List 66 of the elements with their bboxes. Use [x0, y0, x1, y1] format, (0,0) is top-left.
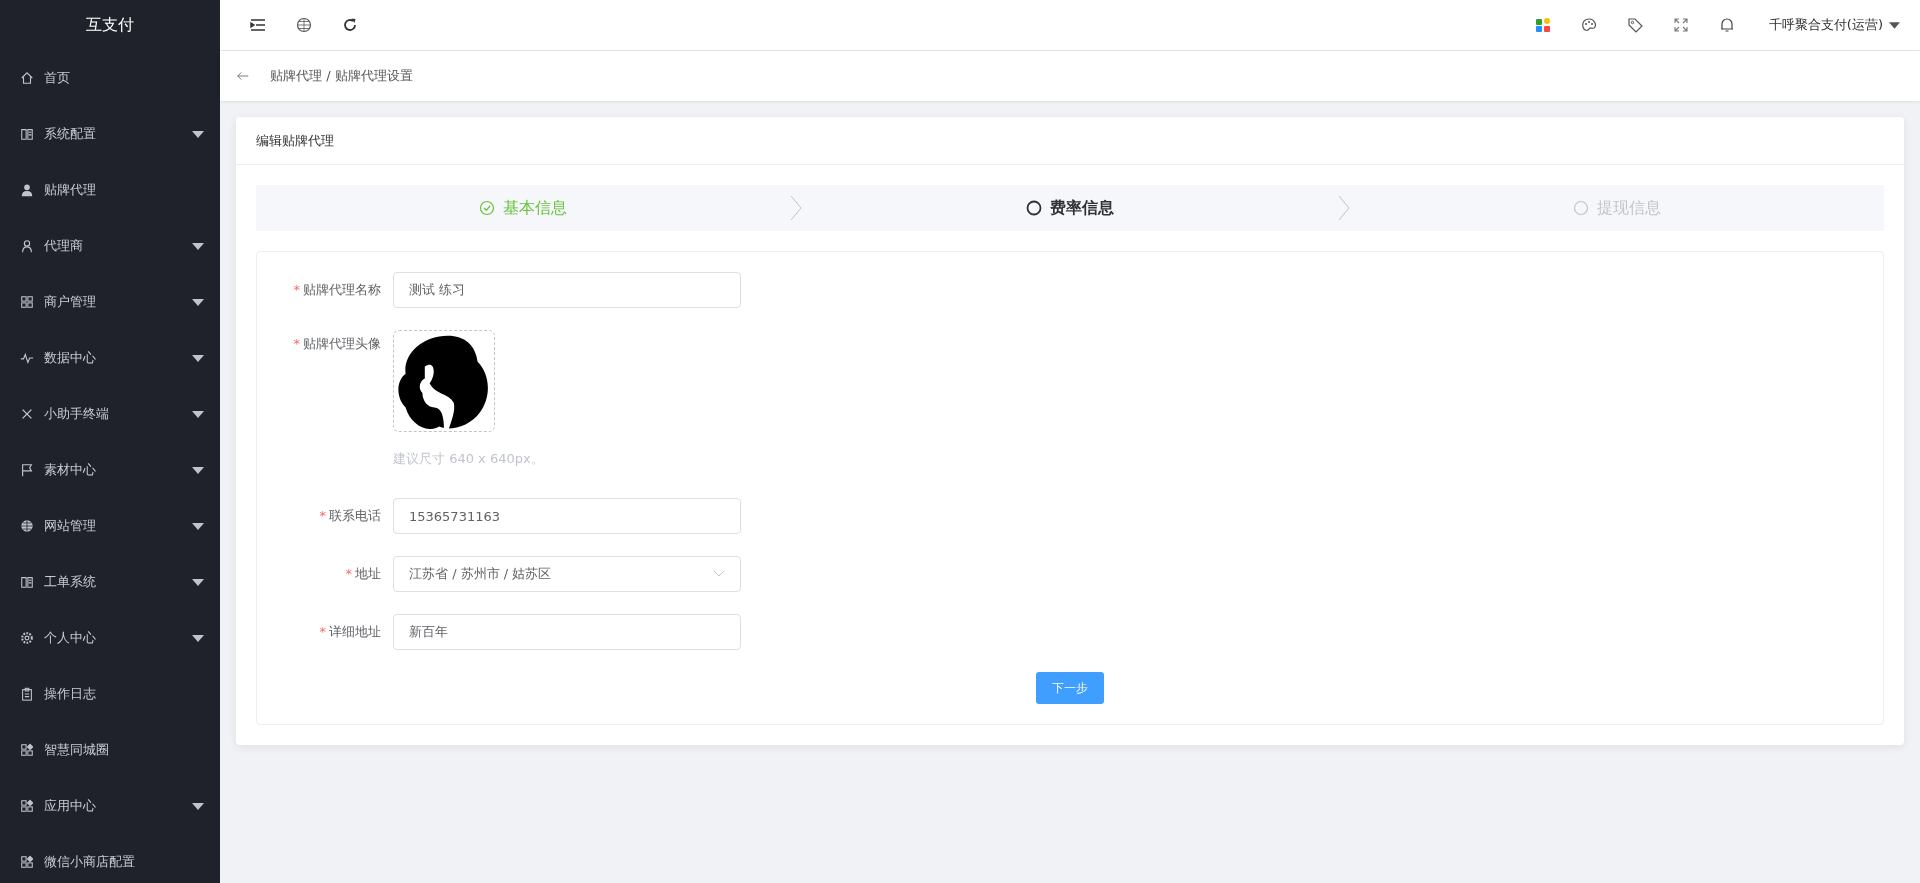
- chevron-icon: [1336, 194, 1351, 222]
- globe-icon[interactable]: [296, 17, 312, 33]
- input-field[interactable]: 测试 练习: [393, 272, 741, 308]
- circle-icon: [1573, 200, 1590, 216]
- chevron-down-icon: [713, 570, 725, 578]
- size-hint: 建议尺寸 640 x 640px。: [393, 450, 544, 468]
- sidebar-item[interactable]: 操作日志: [0, 666, 220, 722]
- sidebar-item[interactable]: 智慧同城圈: [0, 722, 220, 778]
- gear-icon: [20, 631, 34, 645]
- grid-icon: [20, 799, 34, 813]
- input-field[interactable]: 15365731163: [393, 498, 741, 534]
- sidebar-item[interactable]: 系统配置: [0, 106, 220, 162]
- globe-icon: [20, 519, 34, 533]
- sidebar-item[interactable]: 代理商: [0, 218, 220, 274]
- sidebar-item[interactable]: 网站管理: [0, 498, 220, 554]
- sidebar-item[interactable]: 个人中心: [0, 610, 220, 666]
- user-icon: [20, 183, 34, 197]
- grid-icon: [20, 743, 34, 757]
- sidebar-item[interactable]: 商户管理: [0, 274, 220, 330]
- required-asterisk: *: [319, 623, 326, 641]
- sidebar-item[interactable]: 贴牌代理: [0, 162, 220, 218]
- input-field[interactable]: 新百年: [393, 614, 741, 650]
- user-menu[interactable]: 千呼聚合支付(运营): [1768, 16, 1900, 34]
- sidebar-item[interactable]: 微信小商店配置: [0, 834, 220, 883]
- flag-icon: [20, 463, 34, 477]
- book-icon: [20, 127, 34, 141]
- sidebar-item[interactable]: 小助手终端: [0, 386, 220, 442]
- bell-icon[interactable]: [1718, 17, 1735, 33]
- sidebar-item[interactable]: 应用中心: [0, 778, 220, 834]
- required-asterisk: *: [345, 565, 352, 583]
- check-circle-icon: [478, 200, 495, 216]
- grid-icon: [20, 295, 34, 309]
- field-label: 详细地址: [329, 623, 381, 641]
- sidebar-item[interactable]: 素材中心: [0, 442, 220, 498]
- apps-icon[interactable]: [1534, 17, 1551, 33]
- back-arrow-icon[interactable]: [236, 69, 250, 83]
- circle-icon: [1026, 200, 1042, 216]
- chevron-icon: [789, 194, 804, 222]
- refresh-icon[interactable]: [342, 17, 358, 33]
- step: 费率信息: [803, 197, 1337, 219]
- step: 基本信息: [256, 197, 790, 219]
- required-asterisk: *: [293, 335, 300, 353]
- sidebar-item[interactable]: 工单系统: [0, 554, 220, 610]
- home-icon: [20, 71, 34, 85]
- card-title: 编辑贴牌代理: [236, 117, 1904, 165]
- breadcrumb: 贴牌代理 / 贴牌代理设置: [270, 67, 413, 85]
- sidebar-item[interactable]: 数据中心: [0, 330, 220, 386]
- sidebar-item[interactable]: 首页: [0, 50, 220, 106]
- user-icon: [20, 239, 34, 253]
- required-asterisk: *: [319, 507, 326, 525]
- field-label: 地址: [355, 565, 381, 583]
- clipboard-icon: [20, 687, 34, 701]
- field-label: 贴牌代理头像: [303, 335, 381, 353]
- grid-icon: [20, 855, 34, 869]
- select-field[interactable]: 江苏省 / 苏州市 / 姑苏区: [393, 556, 741, 592]
- field-label: 联系电话: [329, 507, 381, 525]
- fullscreen-icon[interactable]: [1672, 17, 1689, 33]
- book-icon: [20, 575, 34, 589]
- caret-icon: [1889, 21, 1900, 29]
- menu-icon[interactable]: [250, 17, 266, 33]
- required-asterisk: *: [293, 281, 300, 299]
- pulse-icon: [20, 351, 34, 365]
- palette-icon[interactable]: [1580, 17, 1597, 33]
- tag-icon[interactable]: [1626, 17, 1643, 33]
- sidebar-logo: 互支付: [85, 13, 135, 36]
- field-label: 贴牌代理名称: [303, 281, 381, 299]
